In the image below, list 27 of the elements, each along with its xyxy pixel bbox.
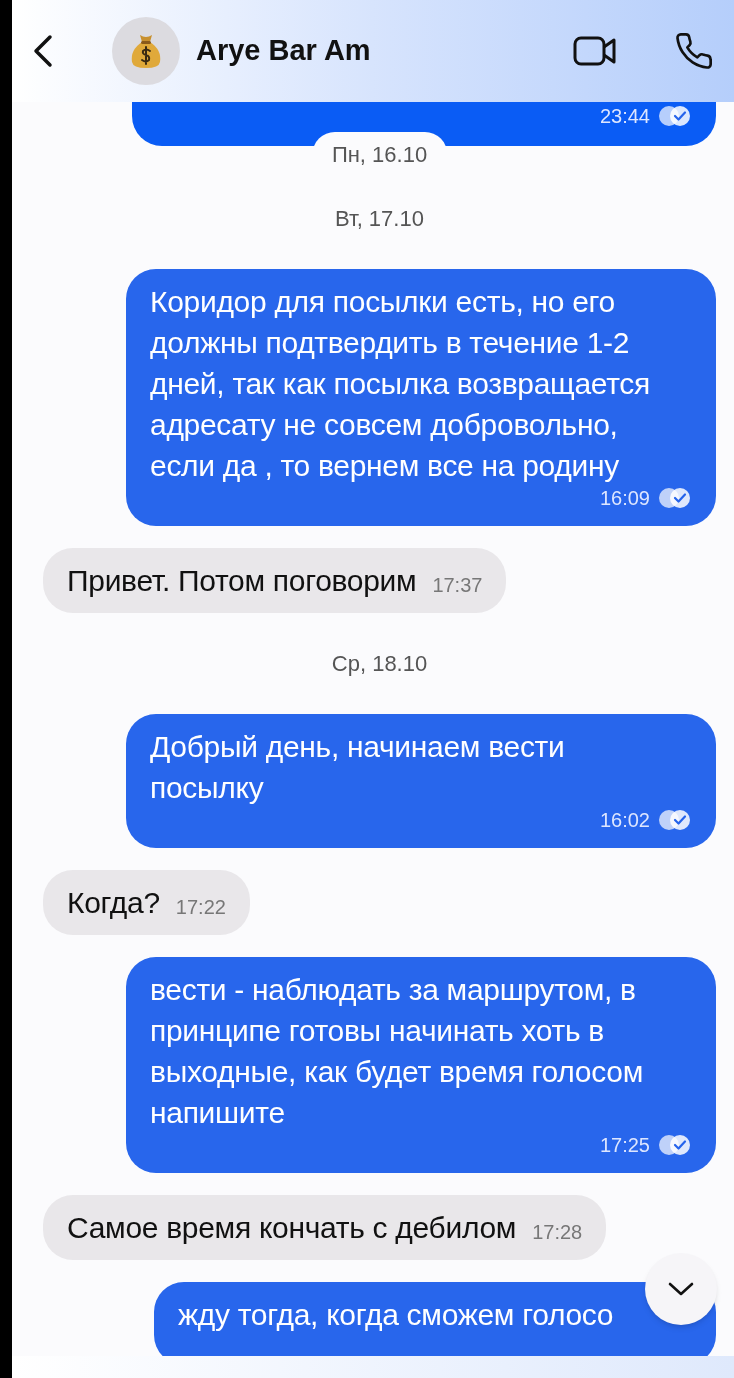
message-text: вести - наблюдать за маршрутом, в принципе готовы начинать хоть в выходные, как будет время голосом напишите xyxy=(150,972,644,1131)
message-text: Коридор для посылки есть, но его должны подтвердить в течение 1-2 дней, так как посылка возвращается адресату не совсем добровольно, если да , то вернем все на родину xyxy=(150,284,650,484)
message-text: жду тогда, когда сможем голосо xyxy=(178,1297,614,1333)
phone-icon xyxy=(674,31,714,71)
message-time: 16:09 xyxy=(599,486,650,510)
message-time: 23:44 xyxy=(599,104,650,128)
back-icon xyxy=(33,34,53,68)
message-time: 17:28 xyxy=(532,1220,583,1244)
read-check-icon xyxy=(658,1134,692,1156)
message-time: 17:22 xyxy=(175,895,226,919)
read-check-icon xyxy=(658,487,692,509)
read-check-icon xyxy=(658,809,692,831)
message-text: Самое время кончать с дебилом xyxy=(67,1210,517,1246)
message-time: 17:37 xyxy=(432,573,483,597)
money-bag-icon xyxy=(129,32,163,70)
chevron-down-icon xyxy=(668,1281,694,1297)
message-time: 17:25 xyxy=(599,1133,650,1157)
message-time: 16:02 xyxy=(599,808,650,832)
message-text: Когда? xyxy=(67,885,160,921)
date-label: Ср, 18.10 xyxy=(331,650,428,678)
scroll-down-button[interactable] xyxy=(645,1253,717,1325)
message-text: Добрый день, начинаем вести посылку xyxy=(150,729,566,806)
contact-name[interactable]: Arye Bar Am xyxy=(196,29,371,73)
message-text: Привет. Потом поговорим xyxy=(67,563,417,599)
date-label: Вт, 17.10 xyxy=(335,205,424,233)
read-check-icon xyxy=(658,105,692,127)
video-camera-icon xyxy=(573,35,617,67)
